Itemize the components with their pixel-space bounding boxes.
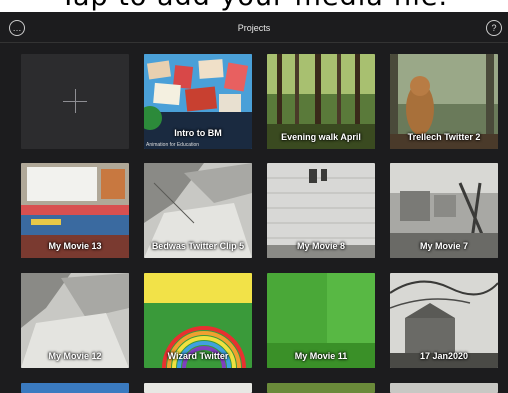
- project-title: Intro to BM: [174, 128, 222, 138]
- project-title: 17 Jan2020: [419, 351, 469, 361]
- question-icon: ?: [491, 23, 497, 33]
- project-tile-my-movie-11[interactable]: My Movie 11: [267, 273, 375, 368]
- project-title: My Movie 12: [48, 351, 102, 361]
- project-title: My Movie 7: [419, 241, 468, 251]
- help-button[interactable]: ?: [486, 20, 502, 36]
- project-tile-17-jan2020[interactable]: 17 Jan2020: [390, 273, 498, 368]
- project-tile-trellech-twitter-2[interactable]: Trellech Twitter 2: [390, 54, 498, 149]
- page-title: Projects: [237, 23, 271, 33]
- status-bar: 12:44 Tue 19 May ▲ 17% ▮: [0, 0, 508, 16]
- project-tile-my-movie-8[interactable]: My Movie 8: [267, 163, 375, 258]
- project-tile-evening-walk-april[interactable]: Evening walk April: [267, 54, 375, 149]
- project-tile-my-movie-12[interactable]: My Movie 12: [21, 273, 129, 368]
- project-title: Wizard Twitter: [167, 351, 229, 361]
- navigation-bar: … Projects ?: [0, 14, 508, 43]
- project-title: My Movie 11: [294, 351, 348, 361]
- project-title: My Movie 13: [48, 241, 102, 251]
- project-title: Trellech Twitter 2: [407, 132, 481, 142]
- project-title: Bedwas Twitter Clip 5: [151, 241, 245, 251]
- project-subtitle: Animation for Education: [146, 142, 200, 148]
- project-tile-bedwas-twitter-clip-5[interactable]: Bedwas Twitter Clip 5: [144, 163, 252, 258]
- project-title: Evening walk April: [281, 132, 361, 142]
- project-tile-my-movie-7[interactable]: My Movie 7: [390, 163, 498, 258]
- status-time: 12:44 Tue 19 May: [4, 4, 61, 11]
- project-title: My Movie 8: [296, 241, 345, 251]
- status-indicators: ▲ 17% ▮: [473, 4, 502, 11]
- project-tile-my-movie-13[interactable]: My Movie 13: [21, 163, 129, 258]
- project-tile-intro-to-bm[interactable]: Intro to BM Animation for Education: [144, 54, 252, 149]
- project-tile-wizard-twitter[interactable]: Wizard Twitter: [144, 273, 252, 368]
- new-project-button[interactable]: [21, 54, 129, 149]
